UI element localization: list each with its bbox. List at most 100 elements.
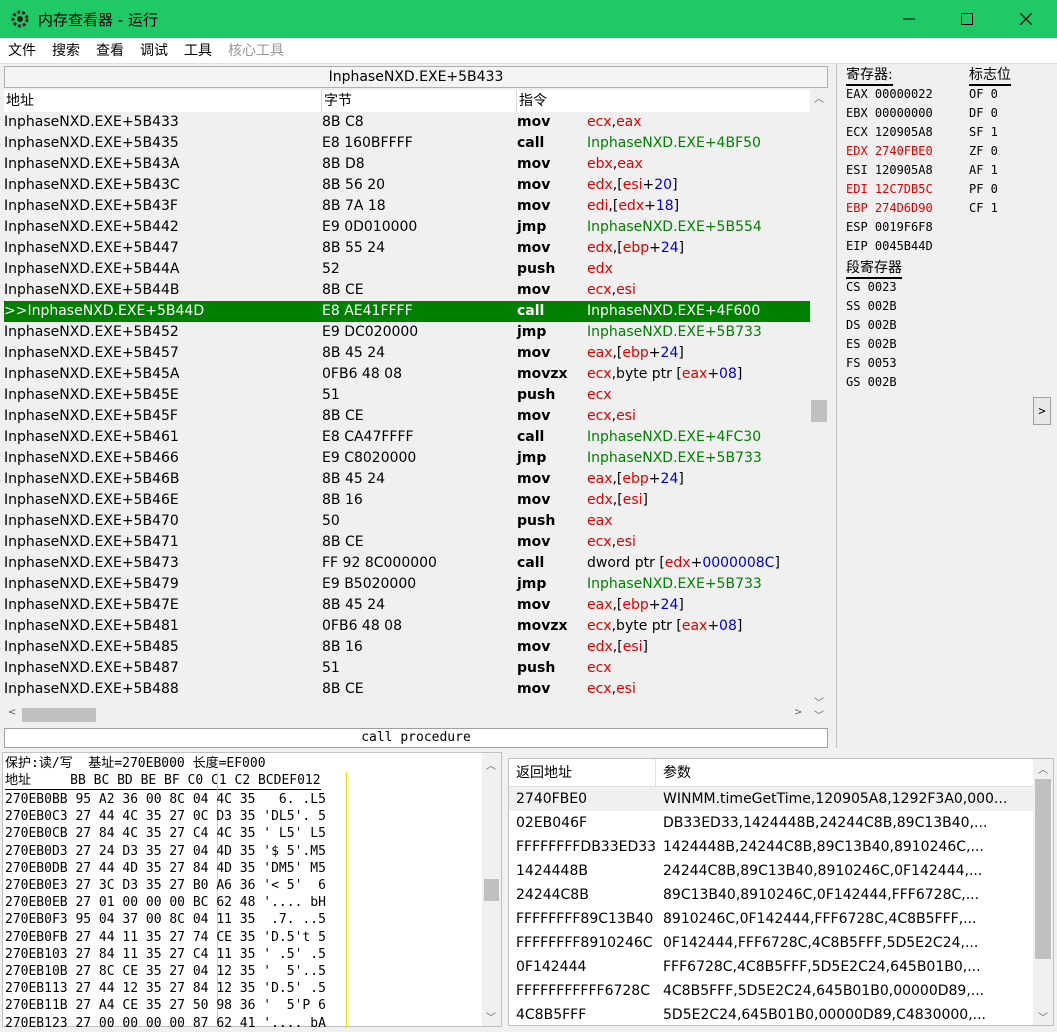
hex-row[interactable]: 270EB0BB 95 A2 36 00 8C 04 4C 35 6. .L5 xyxy=(5,791,326,808)
column-return-address[interactable]: 返回地址 xyxy=(509,759,656,787)
menu-tools[interactable]: 工具 xyxy=(176,38,220,64)
disasm-row[interactable]: InphaseNXD.EXE+5B461 E8 CA47FFFF call Inpha… xyxy=(4,427,810,448)
segment-register-value[interactable]: ES 002B xyxy=(846,335,897,354)
scrollbar-thumb[interactable] xyxy=(22,708,96,722)
disasm-row[interactable]: >>InphaseNXD.EXE+5B44D E8 AE41FFFF call Inp… xyxy=(4,301,810,322)
segment-register-value[interactable]: CS 0023 xyxy=(846,278,897,297)
stack-row[interactable]: FFFFFFFF8910246C 0F142444,FFF6728C,4C8B5F… xyxy=(509,931,1033,955)
disasm-row[interactable]: InphaseNXD.EXE+5B43F 8B 7A 18 mov edi,[edx+… xyxy=(4,196,810,217)
disasm-row[interactable]: InphaseNXD.EXE+5B43C 8B 56 20 mov edx,[esi+… xyxy=(4,175,810,196)
scroll-down-icon[interactable]: ﹀ xyxy=(814,707,824,722)
stack-row[interactable]: 02EB046F DB33ED33,1424448B,24244C8B,89C13… xyxy=(509,811,1033,835)
register-value[interactable]: ESI 120905A8 xyxy=(846,161,933,180)
disasm-row[interactable]: InphaseNXD.EXE+5B479 E9 B5020000 jmp Inphas… xyxy=(4,574,810,595)
scroll-down-icon[interactable]: ﹀ xyxy=(1038,1009,1048,1024)
register-value[interactable]: EAX 00000022 xyxy=(846,85,933,104)
register-value[interactable]: ESP 0019F6F8 xyxy=(846,218,933,237)
disasm-row[interactable]: InphaseNXD.EXE+5B47E 8B 45 24 mov eax,[ebp+… xyxy=(4,595,810,616)
disassembler-address-header[interactable]: InphaseNXD.EXE+5B433 xyxy=(4,66,828,88)
flag-value[interactable]: ZF 0 xyxy=(969,142,998,161)
disasm-row[interactable]: InphaseNXD.EXE+5B45A 0FB6 48 08 movzx ecx,b… xyxy=(4,364,810,385)
menu-debug[interactable]: 调试 xyxy=(132,38,176,64)
flag-value[interactable]: PF 0 xyxy=(969,180,998,199)
scroll-left-icon[interactable]: < xyxy=(8,707,16,718)
hex-row[interactable]: 270EB0CB 27 84 4C 35 27 C4 4C 35 ' L5' L… xyxy=(5,825,326,842)
flag-value[interactable]: DF 0 xyxy=(969,104,998,123)
stack-row[interactable]: 4C8B5FFF 5D5E2C24,645B01B0,00000D89,C4830… xyxy=(509,1003,1033,1027)
scrollbar-thumb[interactable] xyxy=(1035,779,1051,959)
hex-row[interactable]: 270EB123 27 00 00 00 00 87 62 41 '.... b… xyxy=(5,1015,326,1032)
menu-view[interactable]: 查看 xyxy=(88,38,132,64)
column-instruction[interactable]: 指令 xyxy=(517,90,810,112)
hex-row[interactable]: 270EB11B 27 A4 CE 35 27 50 98 36 ' 5'P 6 xyxy=(5,997,326,1014)
hex-row[interactable]: 270EB0E3 27 3C D3 35 27 B0 A6 36 '< 5' 6 xyxy=(5,877,326,894)
segment-register-value[interactable]: FS 0053 xyxy=(846,354,897,373)
disasm-row[interactable]: InphaseNXD.EXE+5B471 8B CE mov ecx,esi xyxy=(4,532,810,553)
segment-register-value[interactable]: SS 002B xyxy=(846,297,897,316)
flag-value[interactable]: CF 1 xyxy=(969,199,998,218)
stack-row[interactable]: FFFFFFFF89C13B40 8910246C,0F142444,FFF672… xyxy=(509,907,1033,931)
register-value[interactable]: EBP 274D6D90 xyxy=(846,199,933,218)
register-value[interactable]: EIP 0045B44D xyxy=(846,237,933,256)
column-parameters[interactable]: 参数 xyxy=(656,759,1033,787)
disasm-row[interactable]: InphaseNXD.EXE+5B466 E9 C8020000 jmp Inphas… xyxy=(4,448,810,469)
stack-vertical-scrollbar[interactable]: ︿ ﹀ xyxy=(1033,759,1053,1025)
close-button[interactable] xyxy=(997,0,1055,38)
scroll-up-icon[interactable]: ︿ xyxy=(1038,761,1048,776)
stack-row[interactable]: FFFFFFFFFFF6728C 4C8B5FFF,5D5E2C24,645B01… xyxy=(509,979,1033,1003)
hex-row[interactable]: 270EB0C3 27 44 4C 35 27 0C D3 35 'DL5'. … xyxy=(5,808,326,825)
disasm-row[interactable]: InphaseNXD.EXE+5B433 8B C8 mov ecx,eax xyxy=(4,112,810,133)
segment-register-value[interactable]: GS 002B xyxy=(846,373,897,392)
disasm-row[interactable]: InphaseNXD.EXE+5B457 8B 45 24 mov eax,[ebp+… xyxy=(4,343,810,364)
scroll-up-icon[interactable]: ︿ xyxy=(814,90,824,105)
disasm-row[interactable]: InphaseNXD.EXE+5B46E 8B 16 mov edx,[esi] xyxy=(4,490,810,511)
minimize-button[interactable] xyxy=(880,0,938,38)
maximize-button[interactable] xyxy=(938,0,996,38)
disassembler-horizontal-scrollbar[interactable]: < > ﹀ xyxy=(4,706,828,724)
hex-row[interactable]: 270EB10B 27 8C CE 35 27 04 12 35 ' 5'..5 xyxy=(5,963,326,980)
hex-vertical-scrollbar[interactable]: ︿ ﹀ xyxy=(482,753,501,1026)
disasm-row[interactable]: InphaseNXD.EXE+5B45E 51 push ecx xyxy=(4,385,810,406)
segment-register-value[interactable]: DS 002B xyxy=(846,316,897,335)
hex-row[interactable]: 270EB0FB 27 44 11 35 27 74 CE 35 'D.5't … xyxy=(5,929,326,946)
column-bytes[interactable]: 字节 xyxy=(322,90,517,112)
register-value[interactable]: EDI 12C7DB5C xyxy=(846,180,933,199)
menu-file[interactable]: 文件 xyxy=(0,38,44,64)
scroll-right-icon[interactable]: > xyxy=(794,707,802,718)
disasm-row[interactable]: InphaseNXD.EXE+5B46B 8B 45 24 mov eax,[ebp+… xyxy=(4,469,810,490)
disasm-row[interactable]: InphaseNXD.EXE+5B488 8B CE mov ecx,esi xyxy=(4,679,810,700)
disassembler-vertical-scrollbar[interactable]: ︿ ﹀ xyxy=(810,88,828,712)
scrollbar-thumb[interactable] xyxy=(811,400,827,422)
hex-row[interactable]: 270EB103 27 84 11 35 27 C4 11 35 ' .5' .… xyxy=(5,946,326,963)
disasm-row[interactable]: InphaseNXD.EXE+5B43A 8B D8 mov ebx,eax xyxy=(4,154,810,175)
menu-search[interactable]: 搜索 xyxy=(44,38,88,64)
flag-value[interactable]: SF 1 xyxy=(969,123,998,142)
stack-row[interactable]: 2740FBE0 WINMM.timeGetTime,120905A8,1292F… xyxy=(509,787,1033,811)
column-address[interactable]: 地址 xyxy=(4,90,322,112)
disasm-row[interactable]: InphaseNXD.EXE+5B442 E9 0D010000 jmp Inphas… xyxy=(4,217,810,238)
register-value[interactable]: EDX 2740FBE0 xyxy=(846,142,933,161)
disasm-row[interactable]: InphaseNXD.EXE+5B470 50 push eax xyxy=(4,511,810,532)
disasm-row[interactable]: InphaseNXD.EXE+5B487 51 push ecx xyxy=(4,658,810,679)
hex-row[interactable]: 270EB0D3 27 24 D3 35 27 04 4D 35 '$ 5'.M… xyxy=(5,843,326,860)
scroll-down-icon[interactable]: ﹀ xyxy=(486,1009,496,1024)
scrollbar-thumb[interactable] xyxy=(484,879,499,901)
stack-row[interactable]: 1424448B 24244C8B,89C13B40,8910246C,0F142… xyxy=(509,859,1033,883)
register-value[interactable]: EBX 00000000 xyxy=(846,104,933,123)
disasm-row[interactable]: InphaseNXD.EXE+5B481 0FB6 48 08 movzx ecx,b… xyxy=(4,616,810,637)
disasm-row[interactable]: InphaseNXD.EXE+5B447 8B 55 24 mov edx,[ebp+… xyxy=(4,238,810,259)
stack-row[interactable]: FFFFFFFFDB33ED33 1424448B,24244C8B,89C13B… xyxy=(509,835,1033,859)
hex-row[interactable]: 270EB0F3 95 04 37 00 8C 04 11 35 .7. ..5 xyxy=(5,911,326,928)
disasm-row[interactable]: InphaseNXD.EXE+5B44B 8B CE mov ecx,esi xyxy=(4,280,810,301)
expand-registers-button[interactable]: > xyxy=(1033,397,1051,425)
disasm-row[interactable]: InphaseNXD.EXE+5B452 E9 DC020000 jmp Inphas… xyxy=(4,322,810,343)
flag-value[interactable]: OF 0 xyxy=(969,85,998,104)
hex-row[interactable]: 270EB113 27 44 12 35 27 84 12 35 'D.5' .… xyxy=(5,980,326,997)
stack-row[interactable]: 24244C8B 89C13B40,8910246C,0F142444,FFF67… xyxy=(509,883,1033,907)
disasm-row[interactable]: InphaseNXD.EXE+5B485 8B 16 mov edx,[esi] xyxy=(4,637,810,658)
flag-value[interactable]: AF 1 xyxy=(969,161,998,180)
hex-row[interactable]: 270EB0EB 27 01 00 00 00 BC 62 48 '.... b… xyxy=(5,894,326,911)
stack-row[interactable]: 0F142444 FFF6728C,4C8B5FFF,5D5E2C24,645B0… xyxy=(509,955,1033,979)
disasm-row[interactable]: InphaseNXD.EXE+5B45F 8B CE mov ecx,esi xyxy=(4,406,810,427)
register-value[interactable]: ECX 120905A8 xyxy=(846,123,933,142)
